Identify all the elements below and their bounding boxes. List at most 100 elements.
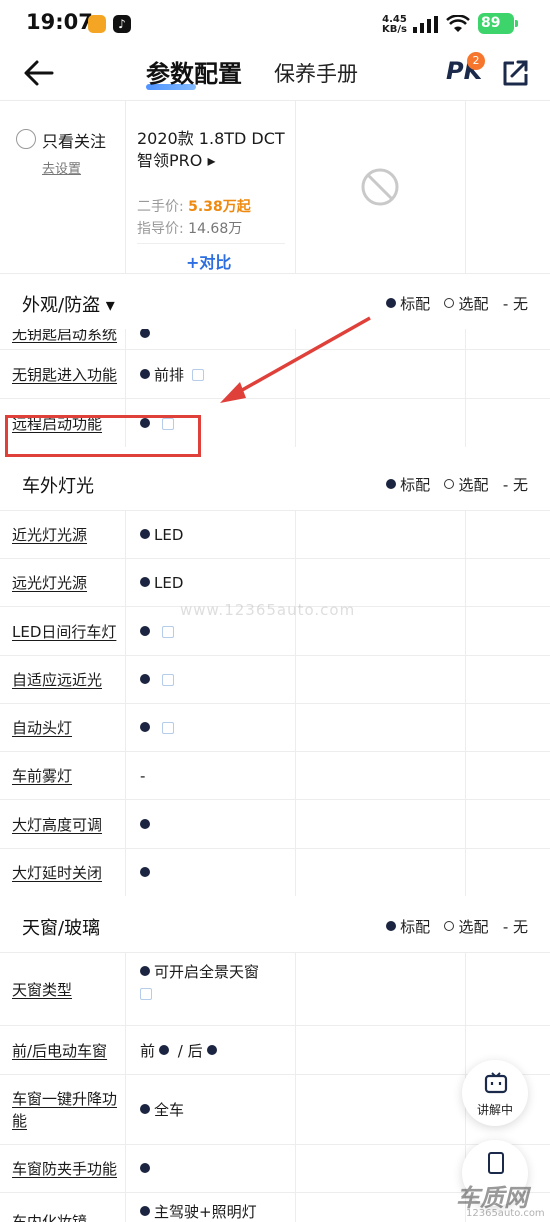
spec-name[interactable]: 远光灯光源 xyxy=(12,572,87,594)
legend-optional: 选配 xyxy=(458,476,489,494)
section-title: 车外灯光 xyxy=(22,476,94,497)
notification-app-icon xyxy=(88,15,106,33)
spec-name[interactable]: 自适应远近光 xyxy=(12,669,102,691)
table-row: 大灯延时关闭 xyxy=(0,848,550,896)
tab-params[interactable]: 参数配置 xyxy=(146,54,242,89)
spec-value: LED xyxy=(140,572,183,594)
image-icon[interactable] xyxy=(162,674,174,686)
follow-only-label[interactable]: 只看关注 xyxy=(42,128,106,152)
table-row: 自动头灯 xyxy=(0,703,550,751)
go-settings-link[interactable]: 去设置 xyxy=(42,158,81,177)
standard-dot xyxy=(140,577,150,587)
explain-button[interactable]: 讲解中 xyxy=(462,1060,528,1126)
standard-dot xyxy=(140,1163,150,1173)
spec-value: 全车 xyxy=(140,1099,184,1121)
back-arrow-icon[interactable] xyxy=(22,56,56,90)
used-price-value: 5.38万起 xyxy=(188,199,251,215)
table-row: 大灯高度可调 xyxy=(0,799,550,848)
standard-dot xyxy=(140,625,150,636)
watermark: www.12365auto.com xyxy=(180,601,356,619)
spec-name[interactable]: 前/后电动车窗 xyxy=(12,1040,107,1062)
guide-price-value: 14.68万 xyxy=(188,221,243,237)
battery-indicator: 89 xyxy=(478,13,518,34)
legend: 标配 选配 - 无 xyxy=(386,474,528,495)
highlight-box xyxy=(5,415,201,457)
section-title[interactable]: 外观/防盗 ▾ xyxy=(22,291,115,317)
spec-value: LED xyxy=(140,524,183,546)
spec-name[interactable]: 自动头灯 xyxy=(12,717,72,739)
spec-value xyxy=(140,621,174,643)
car-model-line1: 2020款 1.8TD DCT xyxy=(137,129,285,148)
value-text: 前排 xyxy=(154,365,185,384)
empty-slot-icon xyxy=(361,168,399,206)
tab-maintenance[interactable]: 保养手册 xyxy=(274,58,358,88)
standard-dot xyxy=(140,674,150,684)
standard-dot xyxy=(140,368,150,379)
status-time: 19:07 xyxy=(26,10,93,34)
phone-rotate-icon xyxy=(488,1152,504,1174)
explain-label: 讲解中 xyxy=(476,1103,513,1117)
legend-optional-dot xyxy=(444,921,455,931)
value-front: 前 xyxy=(140,1041,156,1060)
spec-name[interactable]: 近光灯光源 xyxy=(12,524,87,546)
spec-name[interactable]: 车内化妆镜 xyxy=(12,1211,87,1222)
table-row: 车前雾灯 - xyxy=(0,751,550,799)
standard-dot xyxy=(140,818,150,829)
spec-value xyxy=(140,814,154,836)
value-text: 全车 xyxy=(154,1101,185,1119)
car-header: 只看关注 去设置 2020款 1.8TD DCT 智领PRO ▸ 二手价: 5.… xyxy=(0,100,550,274)
spec-value: - xyxy=(140,765,145,787)
legend-standard: 标配 xyxy=(400,295,431,313)
share-icon[interactable] xyxy=(500,58,530,88)
image-icon[interactable] xyxy=(140,988,152,1000)
standard-dot xyxy=(206,1044,217,1055)
status-bar: 19:07 ♪ 4.45 KB/s 89 xyxy=(0,0,550,48)
legend-none: - 无 xyxy=(502,295,528,313)
value-text: LED xyxy=(154,526,184,544)
standard-dot xyxy=(140,328,150,338)
spec-name[interactable]: 大灯延时关闭 xyxy=(12,862,102,884)
legend-standard-dot xyxy=(386,479,397,489)
table-row: 天窗类型 可开启全景天窗 xyxy=(0,952,550,1025)
network-speed-unit: KB/s xyxy=(382,24,407,35)
used-price-label: 二手价: xyxy=(137,199,184,215)
spec-name[interactable]: 无钥匙进入功能 xyxy=(12,364,117,386)
follow-only-checkbox[interactable] xyxy=(16,129,36,149)
spec-value: 主驾驶+照明灯副驾驶+照明灯 xyxy=(140,1201,257,1222)
standard-dot xyxy=(140,1206,150,1216)
add-compare-button[interactable]: +对比 xyxy=(186,249,231,273)
spec-value xyxy=(140,862,154,884)
legend-optional: 选配 xyxy=(458,918,489,936)
spec-value: 前排 xyxy=(140,364,205,386)
spec-name[interactable]: 天窗类型 xyxy=(12,979,72,1001)
standard-dot xyxy=(159,1044,170,1055)
guide-price: 指导价: 14.68万 xyxy=(137,218,242,238)
table-row: 自适应远近光 xyxy=(0,655,550,703)
legend-standard-dot xyxy=(386,921,397,931)
annotation-arrow xyxy=(220,316,371,403)
legend-none: - 无 xyxy=(502,476,528,494)
car-model-line2: 智领PRO ▸ xyxy=(137,151,216,170)
legend-optional-dot xyxy=(444,298,455,308)
spec-name[interactable]: 车窗一键升降功能 xyxy=(12,1088,117,1132)
image-icon[interactable] xyxy=(162,722,174,734)
car-model-name[interactable]: 2020款 1.8TD DCT 智领PRO ▸ xyxy=(137,128,295,172)
legend-optional: 选配 xyxy=(458,295,489,313)
tv-icon xyxy=(484,1072,508,1094)
used-price: 二手价: 5.38万起 xyxy=(137,196,251,216)
legend: 标配 选配 - 无 xyxy=(386,916,528,937)
value-line1: 主驾驶+照明灯 xyxy=(140,1201,257,1222)
spec-name[interactable]: 大灯高度可调 xyxy=(12,814,102,836)
spec-name[interactable]: LED日间行车灯 xyxy=(12,621,116,643)
tiktok-icon: ♪ xyxy=(113,15,131,33)
site-url: 12365auto.com xyxy=(466,1208,545,1219)
legend-standard: 标配 xyxy=(400,918,431,936)
spec-value xyxy=(140,717,174,739)
image-icon[interactable] xyxy=(192,368,205,381)
spec-name[interactable]: 车前雾灯 xyxy=(12,765,72,787)
image-icon[interactable] xyxy=(162,625,174,638)
spec-value: 前 / 后 xyxy=(140,1040,221,1062)
standard-dot xyxy=(140,966,150,976)
section-header: 天窗/玻璃 标配 选配 - 无 xyxy=(0,897,550,952)
spec-name[interactable]: 车窗防夹手功能 xyxy=(12,1158,117,1180)
